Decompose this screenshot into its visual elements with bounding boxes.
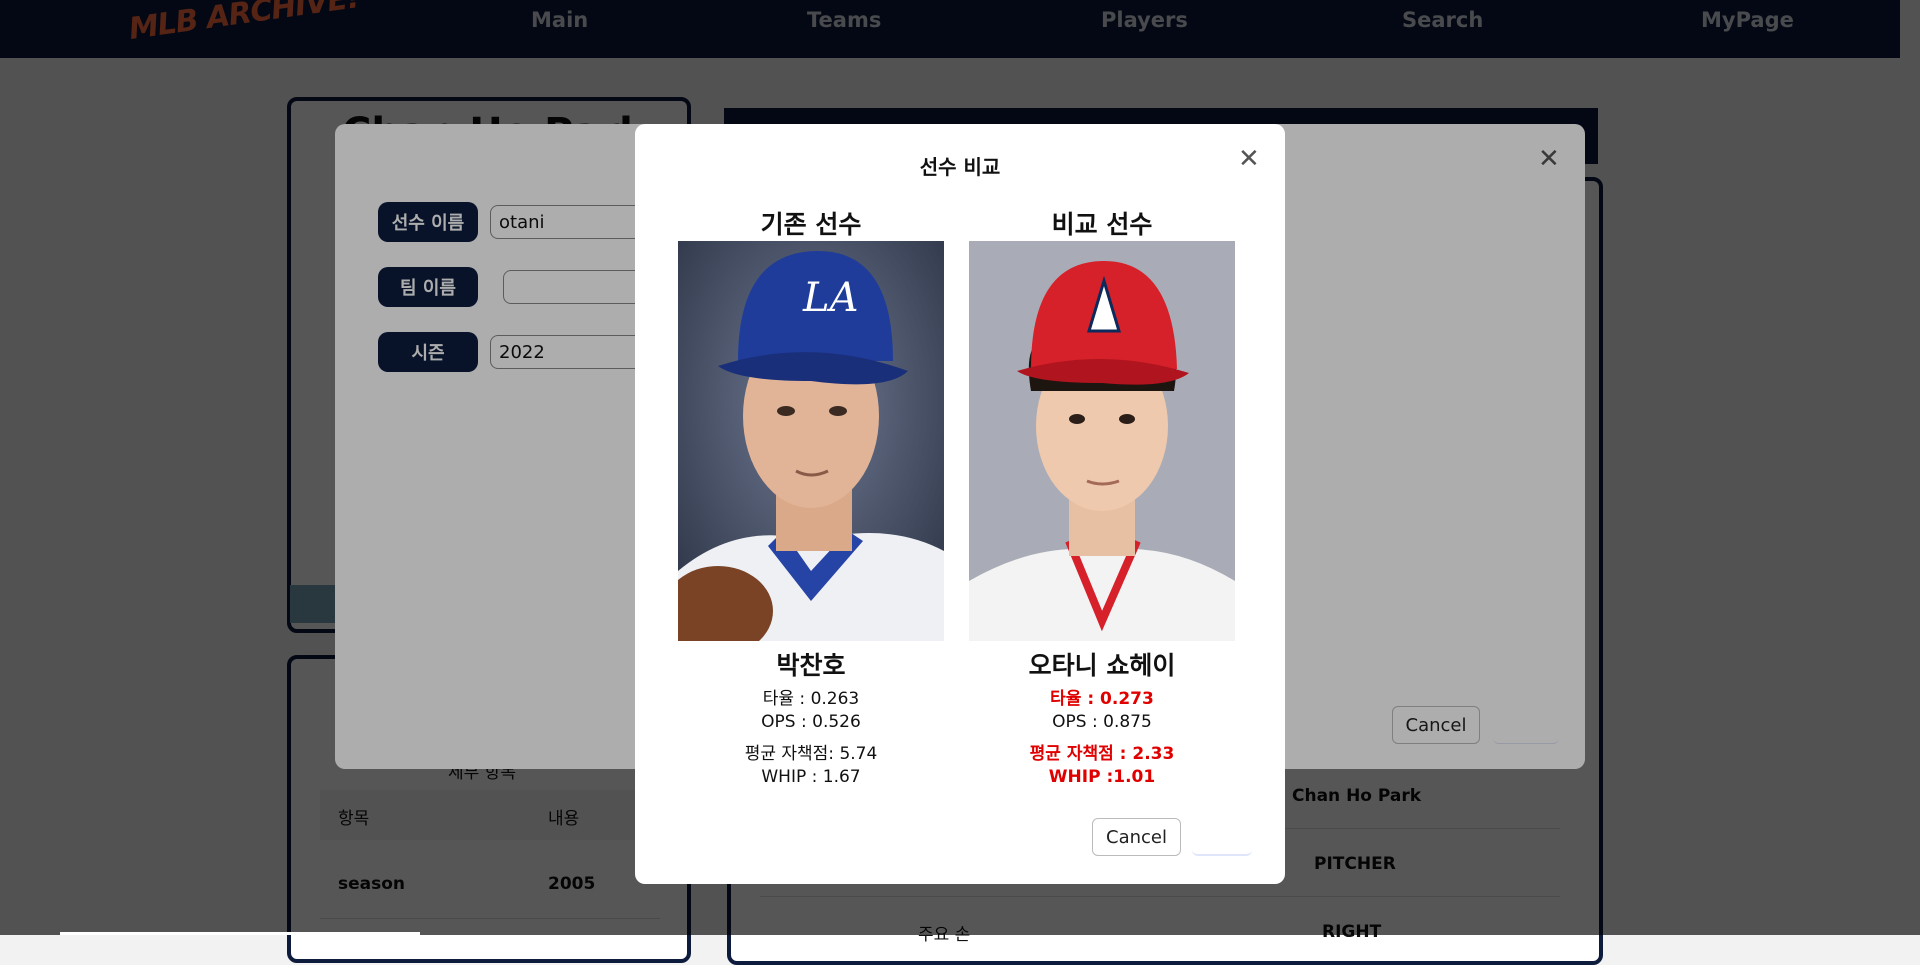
existing-stat-ops: OPS : 0.526 <box>761 712 861 732</box>
existing-stat-era: 평균 자책점: 5.74 <box>744 744 878 764</box>
existing-player-name: 박찬호 <box>776 651 846 680</box>
compared-stat-whip: WHIP :1.01 <box>1048 767 1156 787</box>
compared-player-name: 오타니 쇼헤이 <box>1028 651 1176 680</box>
existing-stat-avg: 타율 : 0.263 <box>762 689 860 709</box>
player-compare-modal: 선수 비교 ✕ 기존 선수 LA 박찬호 타율: 0.263 OPS: 0.… <box>635 124 1285 884</box>
compare-cancel-button[interactable]: Cancel <box>1092 818 1181 856</box>
existing-player-photo: LA <box>678 241 944 641</box>
compared-stat-era: 평균 자책점 : 2.33 <box>1029 744 1175 764</box>
compared-player-photo <box>969 241 1235 641</box>
close-icon[interactable]: ✕ <box>1238 144 1260 174</box>
compare-confirm-button[interactable] <box>1192 818 1252 856</box>
compared-stat-avg: 타율 : 0.273 <box>1050 689 1154 709</box>
compared-player-heading: 비교 선수 <box>1051 210 1153 239</box>
compared-stat-ops: OPS : 0.875 <box>1052 712 1152 732</box>
compare-title: 선수 비교 <box>919 155 1001 179</box>
svg-text:LA: LA <box>802 275 858 321</box>
existing-player-heading: 기존 선수 <box>760 210 862 239</box>
existing-stat-whip: WHIP : 1.67 <box>761 767 861 787</box>
